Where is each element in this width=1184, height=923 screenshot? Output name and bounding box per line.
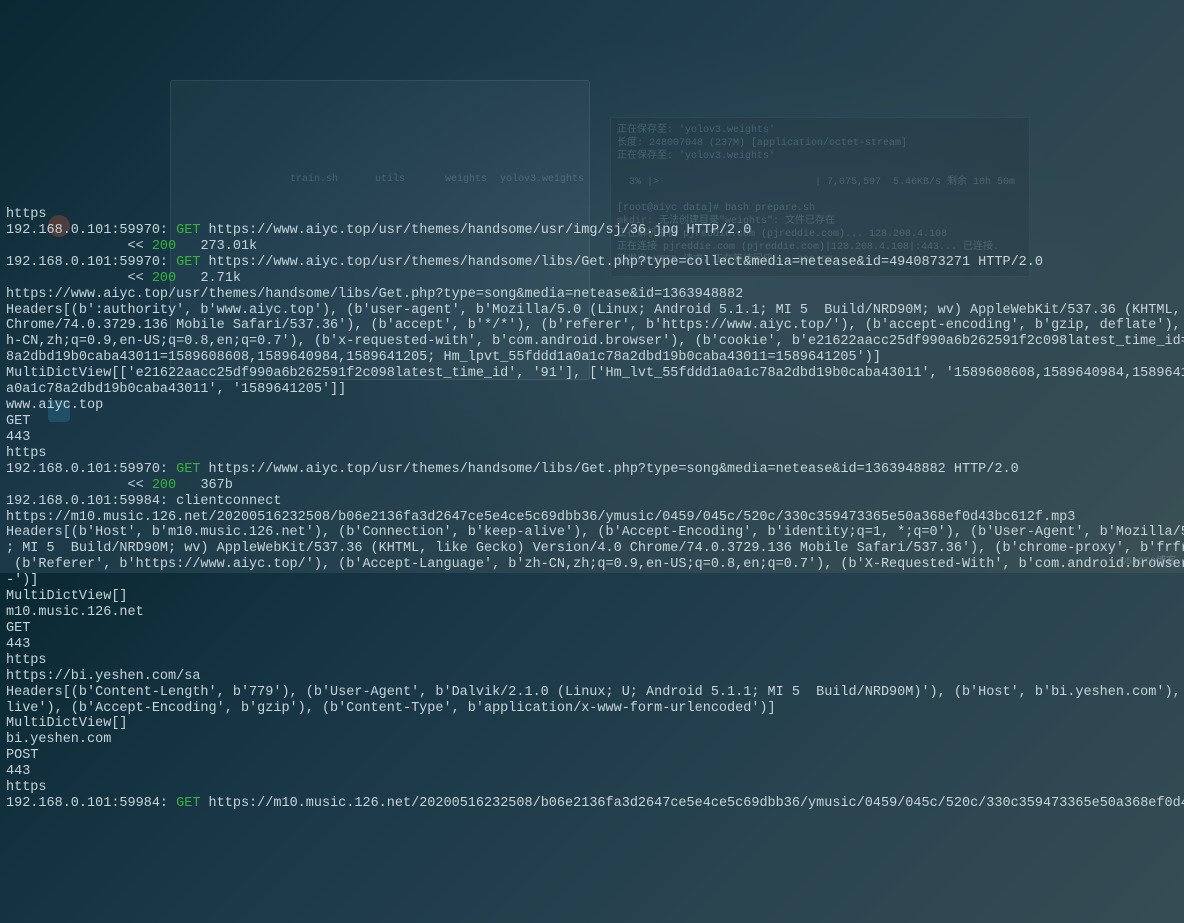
log-segment: bi.yeshen.com	[6, 732, 111, 747]
log-segment: GET	[6, 621, 30, 636]
log-line: live'), (b'Accept-Encoding', b'gzip'), (…	[6, 701, 1178, 717]
file-item: utils	[375, 174, 405, 186]
log-segment: h-CN,zh;q=0.9,en-US;q=0.8,en;q=0.7'), (b…	[6, 334, 1184, 349]
log-segment: https://www.aiyc.top/usr/themes/handsome…	[6, 287, 743, 302]
log-line: https	[6, 653, 1178, 669]
log-line: h-CN,zh;q=0.9,en-US;q=0.8,en;q=0.7'), (b…	[6, 334, 1178, 350]
log-segment: 192.168.0.101:59970:	[6, 462, 176, 477]
log-line: Headers[(b'Host', b'm10.music.126.net'),…	[6, 525, 1178, 541]
log-segment: Chrome/74.0.3729.136 Mobile Safari/537.3…	[6, 318, 1184, 333]
log-segment: 200	[152, 478, 176, 493]
log-line: 192.168.0.101:59984: GET https://m10.mus…	[6, 796, 1178, 812]
log-segment: https://m10.music.126.net/20200516232508…	[6, 510, 1075, 525]
log-segment: 200	[152, 239, 176, 254]
log-line: Headers[(b'Content-Length', b'779'), (b'…	[6, 685, 1178, 701]
log-segment: https://www.aiyc.top/usr/themes/handsome…	[200, 255, 1043, 270]
log-segment: Headers[(b':authority', b'www.aiyc.top')…	[6, 303, 1184, 318]
log-segment: https	[6, 780, 47, 795]
log-segment: https	[6, 446, 47, 461]
log-segment: 192.168.0.101:59970:	[6, 223, 176, 238]
log-line: 443	[6, 430, 1178, 446]
log-line: 192.168.0.101:59970: GET https://www.aiy…	[6, 255, 1178, 271]
log-line: https	[6, 446, 1178, 462]
log-line: https://www.aiyc.top/usr/themes/handsome…	[6, 287, 1178, 303]
log-line: 192.168.0.101:59984: clientconnect	[6, 494, 1178, 510]
log-segment: GET	[6, 414, 30, 429]
log-segment: 8a2dbd19b0caba43011=1589608608,158964098…	[6, 350, 881, 365]
log-segment: www.aiyc.top	[6, 398, 103, 413]
log-segment: MultiDictView[]	[6, 716, 128, 731]
log-segment: <<	[6, 271, 152, 286]
log-line: 443	[6, 764, 1178, 780]
log-segment: https://bi.yeshen.com/sa	[6, 669, 200, 684]
log-line: << 200 273.01k	[6, 239, 1178, 255]
log-line: https://m10.music.126.net/20200516232508…	[6, 510, 1178, 526]
log-segment: https://www.aiyc.top/usr/themes/handsome…	[200, 462, 1018, 477]
log-line: << 200 2.71k	[6, 271, 1178, 287]
log-line: https	[6, 780, 1178, 796]
log-line: Chrome/74.0.3729.136 Mobile Safari/537.3…	[6, 318, 1178, 334]
log-segment: https://www.aiyc.top/usr/themes/handsome…	[200, 223, 751, 238]
log-segment: GET	[176, 223, 200, 238]
log-segment: https	[6, 207, 47, 222]
log-line: https	[6, 207, 1178, 223]
log-segment: https	[6, 653, 47, 668]
log-line: a0a1c78a2dbd19b0caba43011', '1589641205'…	[6, 382, 1178, 398]
log-line: MultiDictView[]	[6, 716, 1178, 732]
log-segment: 2.71k	[176, 271, 241, 286]
log-segment: GET	[176, 796, 200, 811]
log-line: GET	[6, 414, 1178, 430]
log-line: (b'Referer', b'https://www.aiyc.top/'), …	[6, 557, 1178, 573]
log-segment: Headers[(b'Content-Length', b'779'), (b'…	[6, 685, 1184, 700]
log-segment: https://m10.music.126.net/20200516232508…	[200, 796, 1184, 811]
log-line: MultiDictView[]	[6, 589, 1178, 605]
log-segment: 367b	[176, 478, 233, 493]
log-line: << 200 367b	[6, 478, 1178, 494]
log-segment: 192.168.0.101:59984: clientconnect	[6, 494, 281, 509]
log-segment: -')]	[6, 573, 38, 588]
log-segment: Headers[(b'Host', b'm10.music.126.net'),…	[6, 525, 1184, 540]
log-line: MultiDictView[['e21622aacc25df990a6b2625…	[6, 366, 1178, 382]
log-segment: 192.168.0.101:59984:	[6, 796, 176, 811]
log-line: m10.music.126.net	[6, 605, 1178, 621]
log-line: 8a2dbd19b0caba43011=1589608608,158964098…	[6, 350, 1178, 366]
log-line: 192.168.0.101:59970: GET https://www.aiy…	[6, 462, 1178, 478]
log-segment: GET	[176, 462, 200, 477]
log-segment: MultiDictView[['e21622aacc25df990a6b2625…	[6, 366, 1184, 381]
log-segment: POST	[6, 748, 38, 763]
log-segment: GET	[176, 255, 200, 270]
log-segment: 273.01k	[176, 239, 257, 254]
log-segment: a0a1c78a2dbd19b0caba43011', '1589641205'…	[6, 382, 346, 397]
log-line: Headers[(b':authority', b'www.aiyc.top')…	[6, 303, 1178, 319]
log-segment: (b'Referer', b'https://www.aiyc.top/'), …	[6, 557, 1184, 572]
log-line: https://bi.yeshen.com/sa	[6, 669, 1178, 685]
log-segment: <<	[6, 478, 152, 493]
log-segment: 200	[152, 271, 176, 286]
log-segment: ; MI 5 Build/NRD90M; wv) AppleWebKit/537…	[6, 541, 1184, 556]
log-line: 443	[6, 637, 1178, 653]
log-segment: 443	[6, 430, 30, 445]
log-line: bi.yeshen.com	[6, 732, 1178, 748]
log-line: GET	[6, 621, 1178, 637]
log-line: www.aiyc.top	[6, 398, 1178, 414]
file-item: yolov3.weights	[500, 174, 584, 186]
log-segment: live'), (b'Accept-Encoding', b'gzip'), (…	[6, 701, 776, 716]
log-line: POST	[6, 748, 1178, 764]
log-line: 192.168.0.101:59970: GET https://www.aiy…	[6, 223, 1178, 239]
log-segment: 443	[6, 764, 30, 779]
file-item: weights	[445, 174, 487, 186]
terminal-output[interactable]: https192.168.0.101:59970: GET https://ww…	[0, 207, 1184, 812]
log-segment: m10.music.126.net	[6, 605, 144, 620]
log-segment: 192.168.0.101:59970:	[6, 255, 176, 270]
log-segment: 443	[6, 637, 30, 652]
log-segment: <<	[6, 239, 152, 254]
file-item: train.sh	[290, 174, 338, 186]
log-line: ; MI 5 Build/NRD90M; wv) AppleWebKit/537…	[6, 541, 1178, 557]
watermark-text: ©51CTO博客	[1120, 557, 1176, 569]
log-segment: MultiDictView[]	[6, 589, 128, 604]
log-line: -')]	[6, 573, 1178, 589]
